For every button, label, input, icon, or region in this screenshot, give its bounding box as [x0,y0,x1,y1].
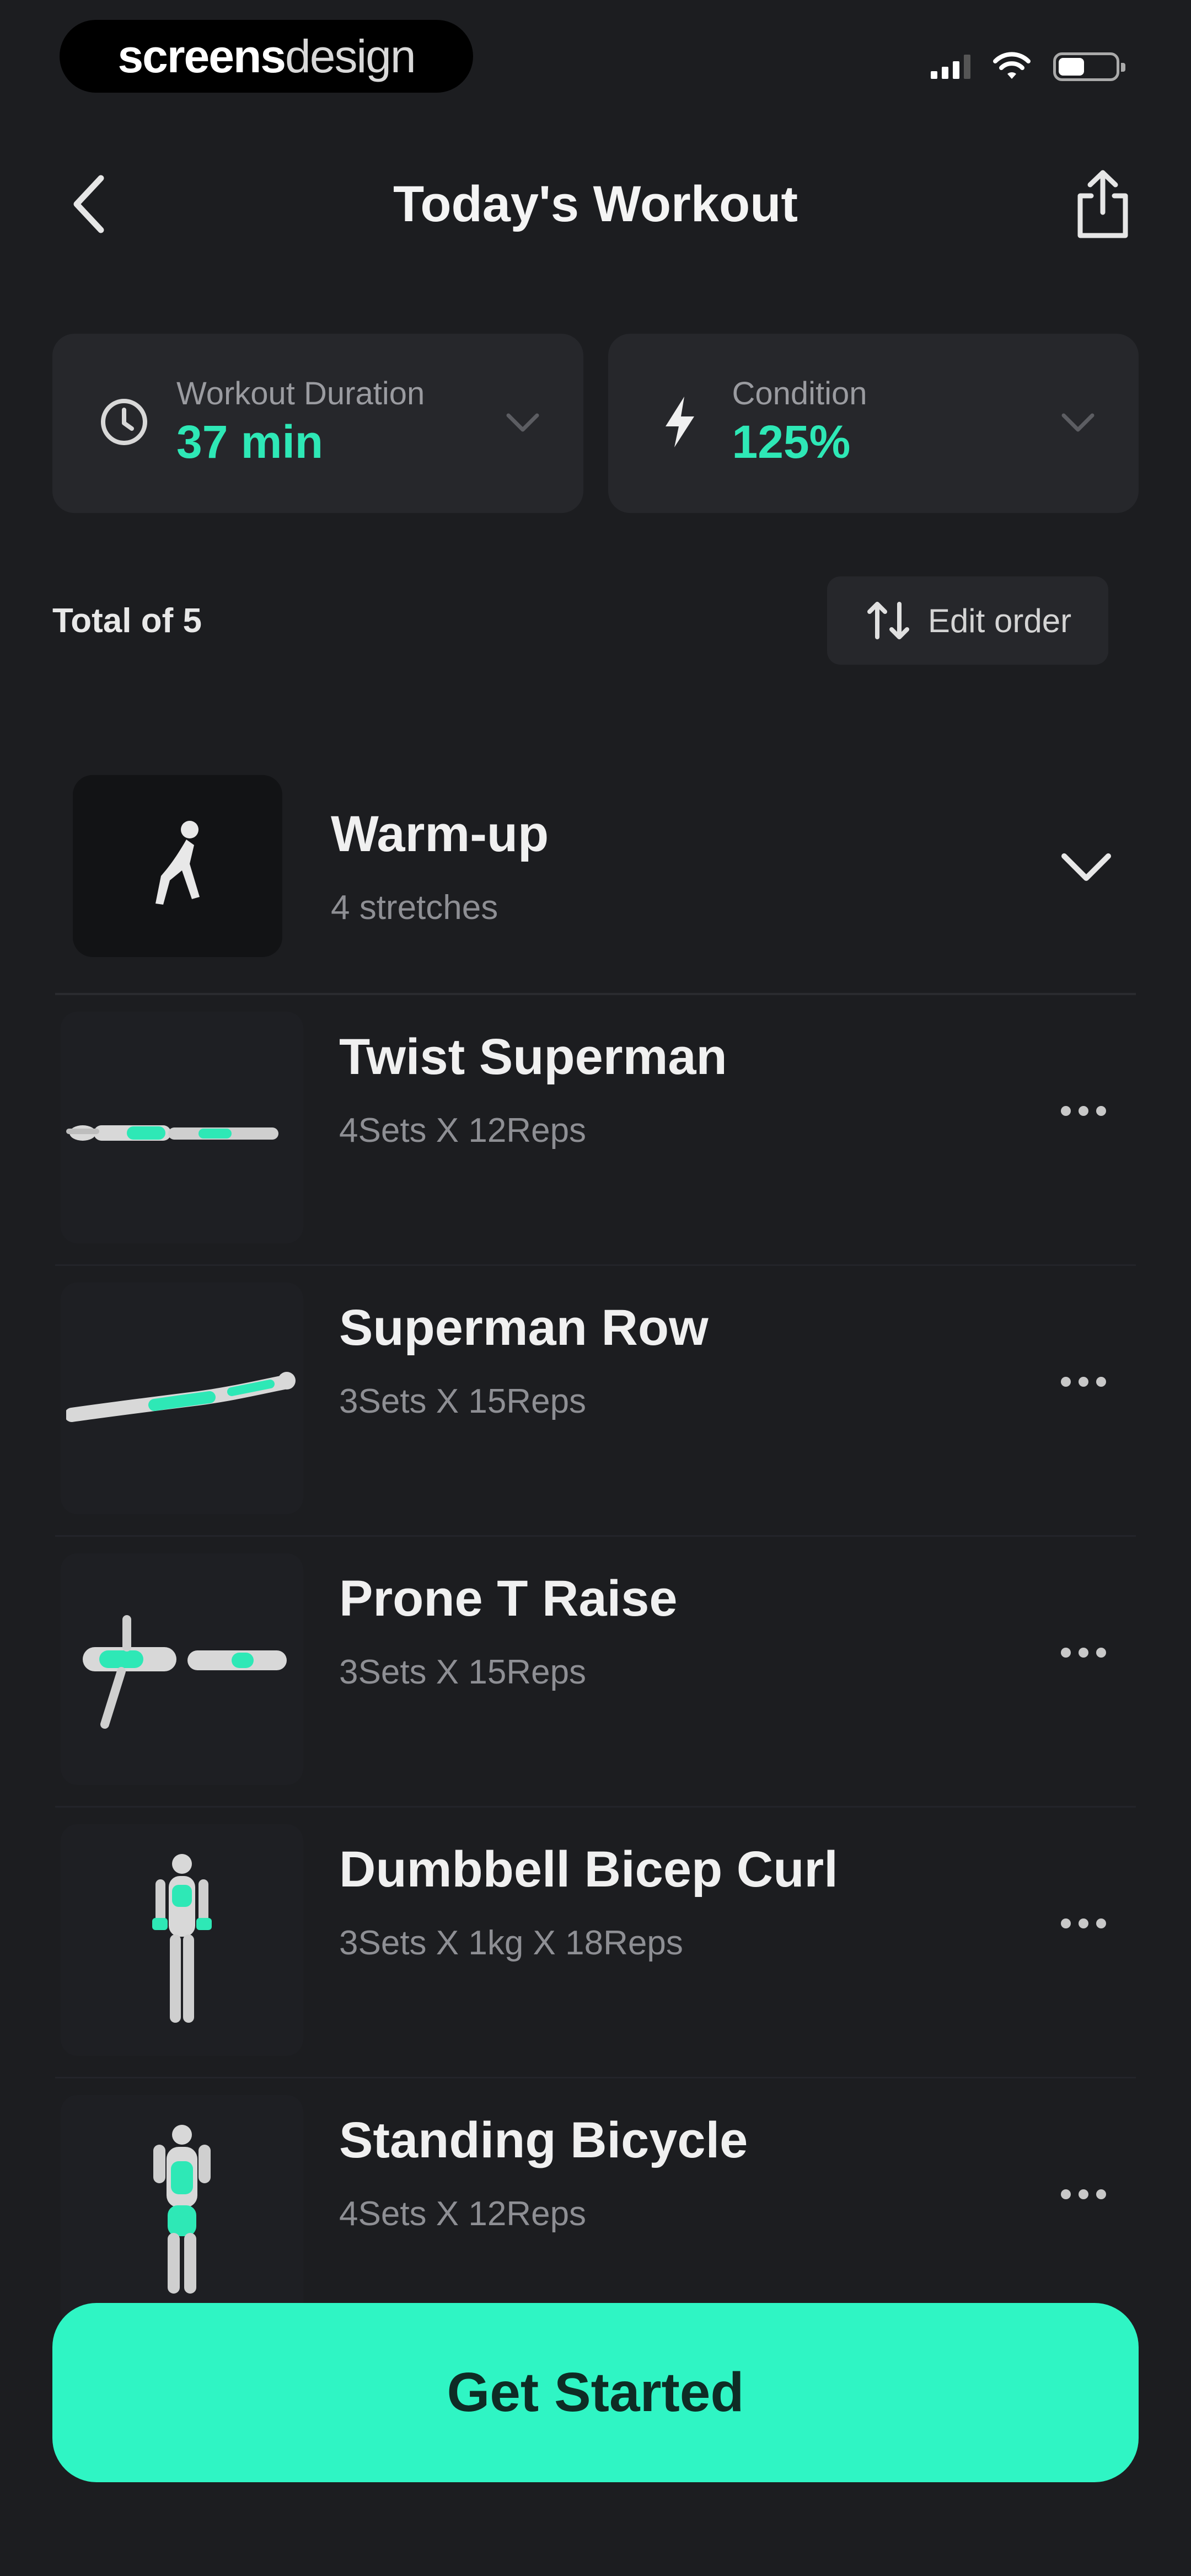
more-dot [1079,1106,1088,1116]
exercise-name: Prone T Raise [339,1570,678,1627]
status-bar: screens design [0,0,1191,116]
exercise-detail: 4Sets X 12Reps [339,2195,587,2233]
more-options-button[interactable] [1042,1620,1125,1686]
workout-duration-value: 37 min [176,416,324,468]
exercise-item[interactable]: Prone T Raise 3Sets X 15Reps [55,1537,1136,1808]
chevron-down-icon[interactable] [1053,833,1119,899]
workout-duration-card[interactable]: Workout Duration 37 min [52,334,583,513]
condition-value: 125% [732,416,851,468]
condition-label: Condition [732,376,867,411]
more-dot [1096,1648,1106,1658]
more-dot [1096,1377,1106,1387]
more-options-button[interactable] [1042,1078,1125,1144]
more-dot [1061,1648,1071,1658]
standing-figure-icon [153,2125,211,2294]
more-dot [1061,1377,1071,1387]
exercise-item[interactable]: Dumbbell Bicep Curl 3Sets X 1kg X 18Reps [55,1808,1136,2078]
warmup-item[interactable]: Warm-up 4 stretches [55,761,1136,995]
header: Today's Workout [0,149,1191,259]
wifi-icon [993,52,1031,79]
exercise-item[interactable]: Twist Superman 4Sets X 12Reps [55,995,1136,1266]
more-dot [1079,2189,1088,2199]
warmup-name: Warm-up [331,806,549,862]
more-options-button[interactable] [1042,2161,1125,2227]
brand-logo-thin: design [285,30,416,82]
stats-row: Workout Duration 37 min Condition 125% [52,334,1139,513]
dumbbell-bicep-curl-thumbnail [61,1824,303,2056]
exercise-name: Superman Row [339,1300,709,1356]
more-dot [1079,1377,1088,1387]
chevron-down-icon [506,413,539,432]
more-dot [1079,1918,1088,1928]
share-icon [1077,170,1128,238]
stretch-figure-icon [155,821,200,905]
share-button[interactable] [1064,165,1141,243]
prone-figure-icon [66,1125,278,1141]
exercise-name: Standing Bicycle [339,2112,748,2168]
warmup-thumbnail [73,775,282,957]
prone-figure-icon [66,1372,296,1422]
more-options-button[interactable] [1042,1349,1125,1415]
exercise-detail: 4Sets X 12Reps [339,1111,587,1150]
page-title: Today's Workout [393,176,798,232]
chevron-down-icon [1061,413,1095,432]
clock-icon [96,394,152,450]
more-options-button[interactable] [1042,1890,1125,1957]
more-dot [1096,1106,1106,1116]
edit-order-button[interactable]: Edit order [827,576,1108,665]
superman-row-thumbnail [61,1282,303,1514]
get-started-button[interactable]: Get Started [52,2303,1139,2482]
t-raise-figure-icon [83,1615,287,1729]
brand-logo: screens design [60,20,473,93]
battery-icon [1053,52,1125,81]
twist-superman-thumbnail [61,1012,303,1243]
brand-logo-bold: screens [117,30,286,82]
more-dot [1061,2189,1071,2199]
standing-figure-icon [152,1854,212,2023]
more-dot [1096,2189,1106,2199]
prone-t-raise-thumbnail [61,1553,303,1785]
workout-duration-label: Workout Duration [176,376,425,411]
signal-icon [931,55,970,79]
total-count: Total of 5 [52,602,202,640]
sort-arrows-icon [867,602,909,639]
more-dot [1061,1918,1071,1928]
more-dot [1079,1648,1088,1658]
exercise-name: Twist Superman [339,1029,727,1085]
exercise-detail: 3Sets X 1kg X 18Reps [339,1924,683,1962]
exercise-detail: 3Sets X 15Reps [339,1382,587,1420]
more-dot [1061,1106,1071,1116]
exercise-item[interactable]: Superman Row 3Sets X 15Reps [55,1266,1136,1537]
workout-list: Warm-up 4 stretches Twist Superman 4Sets… [55,761,1136,2348]
standing-bicycle-thumbnail [61,2095,303,2327]
lightning-icon [652,394,707,450]
exercise-detail: 3Sets X 15Reps [339,1653,587,1691]
condition-card[interactable]: Condition 125% [608,334,1139,513]
edit-order-label: Edit order [927,602,1072,639]
status-icons [931,47,1125,86]
warmup-detail: 4 stretches [331,889,498,927]
exercise-name: Dumbbell Bicep Curl [339,1841,838,1898]
more-dot [1096,1918,1106,1928]
